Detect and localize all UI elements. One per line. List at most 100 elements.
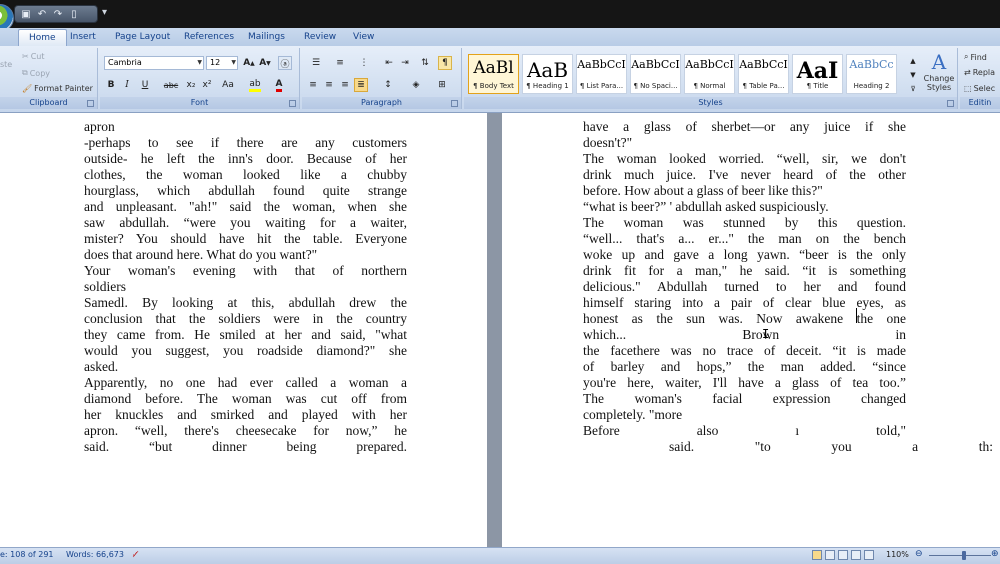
grow-font-icon[interactable]: A ▲	[242, 56, 256, 70]
zoom-slider-track[interactable]	[929, 555, 991, 556]
tab-view[interactable]: View	[353, 28, 374, 46]
find-button[interactable]: ⌕ Find	[964, 52, 987, 62]
gallery-down-icon[interactable]: ▼	[906, 68, 920, 82]
tab-page-layout[interactable]: Page Layout	[115, 28, 170, 46]
decrease-indent-icon[interactable]: ⇤	[382, 56, 396, 70]
replace-button[interactable]: ⇄ Repla	[964, 68, 995, 77]
tab-mailings[interactable]: Mailings	[248, 28, 285, 46]
bullets-icon[interactable]: ☰	[306, 56, 326, 70]
left-page[interactable]: apron -perhaps to see if there are any cu…	[0, 113, 487, 547]
tab-references[interactable]: References	[184, 28, 234, 46]
text-line: before. How about a glass of beer like t…	[583, 183, 823, 198]
text-line: soldiers	[84, 279, 126, 294]
line-spacing-icon[interactable]: ↕	[378, 78, 398, 92]
style-tile[interactable]: AaBbCc Heading 2	[846, 54, 897, 94]
text-line: Your woman's evening with that of northe…	[84, 263, 407, 278]
tab-insert[interactable]: Insert	[70, 28, 96, 46]
style-name: Heading 2	[853, 82, 890, 90]
word-count[interactable]: Words: 66,673	[66, 550, 124, 559]
select-icon: ⬚	[964, 84, 972, 93]
borders-icon[interactable]: ⊞	[432, 78, 452, 92]
gallery-up-icon[interactable]: ▲	[906, 54, 920, 68]
styles-launcher-icon[interactable]	[947, 100, 954, 107]
full-screen-view-icon[interactable]	[825, 550, 835, 560]
numbering-icon[interactable]: ≡	[330, 56, 350, 70]
style-tile[interactable]: AaBbCcI ¶ Normal	[684, 54, 735, 94]
text-line: conclusion that the soldiers were in the…	[84, 311, 407, 326]
undo-icon[interactable]: ↶	[35, 9, 49, 20]
styles-group-label: Styles	[464, 97, 957, 109]
tab-home[interactable]: Home	[18, 29, 67, 46]
zoom-slider-thumb[interactable]	[962, 551, 966, 560]
new-doc-icon[interactable]: ▯	[67, 9, 81, 20]
shading-icon[interactable]: ◈	[406, 78, 426, 92]
change-styles-icon: A	[931, 50, 947, 74]
zoom-out-icon[interactable]: ⊖	[915, 549, 923, 559]
highlight-icon[interactable]: ab	[246, 78, 264, 92]
page-count[interactable]: e: 108 of 291	[0, 550, 54, 559]
replace-label: Repla	[972, 68, 996, 77]
zoom-level[interactable]: 110%	[886, 550, 909, 559]
style-tile[interactable]: AaBbCcI ¶ List Para...	[576, 54, 627, 94]
style-tile[interactable]: AaB ¶ Heading 1	[522, 54, 573, 94]
style-tile[interactable]: AaBbCcI ¶ Table Pa...	[738, 54, 789, 94]
text-line: you're here, waiter, I'll have a glass o…	[583, 375, 906, 390]
change-case-button[interactable]: Aa	[218, 78, 238, 92]
align-center-icon[interactable]: ≡	[322, 78, 336, 92]
shrink-font-icon[interactable]: A ▼	[258, 56, 272, 70]
change-styles-button[interactable]: A Change Styles	[922, 50, 956, 92]
font-name-combo[interactable]: Cambria ▼	[104, 56, 204, 70]
paste-button[interactable]: ste	[0, 60, 12, 69]
show-marks-icon[interactable]: ¶	[438, 56, 452, 70]
format-painter-label: Format Painter	[34, 84, 93, 93]
draft-view-icon[interactable]	[864, 550, 874, 560]
text-line: “what is beer?” ' abdullah asked suspici…	[583, 199, 829, 214]
style-name: ¶ Title	[806, 82, 829, 90]
customize-qat-icon[interactable]: ▾	[102, 7, 107, 18]
text-line: The woman's facial expression changed	[583, 391, 906, 406]
style-tile[interactable]: AaI ¶ Title	[792, 54, 843, 94]
style-tile[interactable]: AaBbCcI ¶ No Spaci...	[630, 54, 681, 94]
superscript-button[interactable]: x²	[200, 78, 214, 92]
font-color-icon[interactable]: A	[272, 78, 286, 92]
italic-button[interactable]: I	[120, 78, 134, 92]
print-layout-view-icon[interactable]	[812, 550, 822, 560]
clipboard-group-label: Clipboard	[0, 97, 97, 109]
clipboard-launcher-icon[interactable]	[87, 100, 94, 107]
justify-icon[interactable]: ≣	[354, 78, 368, 92]
font-size-combo[interactable]: 12 ▼	[206, 56, 238, 70]
proofing-icon[interactable]: ✓̸	[132, 550, 139, 559]
clear-formatting-icon[interactable]: ⓐ	[278, 56, 292, 70]
text-line: drink fit for a man," he said. “it is so…	[583, 263, 906, 278]
increase-indent-icon[interactable]: ⇥	[398, 56, 412, 70]
align-right-icon[interactable]: ≡	[338, 78, 352, 92]
web-layout-view-icon[interactable]	[838, 550, 848, 560]
subscript-button[interactable]: x₂	[184, 78, 198, 92]
save-icon[interactable]: ▣	[19, 9, 33, 20]
style-sample: AaBl	[473, 58, 514, 78]
format-painter-button[interactable]: 🖌 Format Painter	[22, 84, 93, 93]
outline-view-icon[interactable]	[851, 550, 861, 560]
text-line: Before also ı told,"	[583, 423, 906, 438]
align-left-icon[interactable]: ≡	[306, 78, 320, 92]
style-tile[interactable]: AaBl ¶ Body Text	[468, 54, 519, 94]
text-line: doesn't?"	[583, 135, 633, 150]
paragraph-launcher-icon[interactable]	[451, 100, 458, 107]
cut-button[interactable]: ✂ Cut	[22, 52, 45, 61]
multilevel-list-icon[interactable]: ⋮	[354, 56, 374, 70]
font-launcher-icon[interactable]	[289, 100, 296, 107]
editing-group: ⌕ Find ⇄ Repla ⬚ Selec Editin	[960, 48, 1000, 109]
underline-button[interactable]: U	[138, 78, 152, 92]
text-line: apron. “well, there's cheesecake for now…	[84, 423, 407, 438]
sort-icon[interactable]: ⇅	[418, 56, 432, 70]
gallery-more-icon[interactable]: ⊽	[906, 82, 920, 96]
strikethrough-button[interactable]: abc	[162, 78, 180, 92]
copy-button[interactable]: ⧉ Copy	[22, 68, 50, 78]
bold-button[interactable]: B	[104, 78, 118, 92]
tab-review[interactable]: Review	[304, 28, 336, 46]
redo-icon[interactable]: ↷	[51, 9, 65, 20]
zoom-in-icon[interactable]: ⊕	[991, 549, 999, 559]
text-line: mister? You should have hit the table. E…	[84, 231, 407, 246]
select-button[interactable]: ⬚ Selec	[964, 84, 995, 93]
right-page[interactable]: have a glass of sherbet—or any juice if …	[502, 113, 1000, 547]
